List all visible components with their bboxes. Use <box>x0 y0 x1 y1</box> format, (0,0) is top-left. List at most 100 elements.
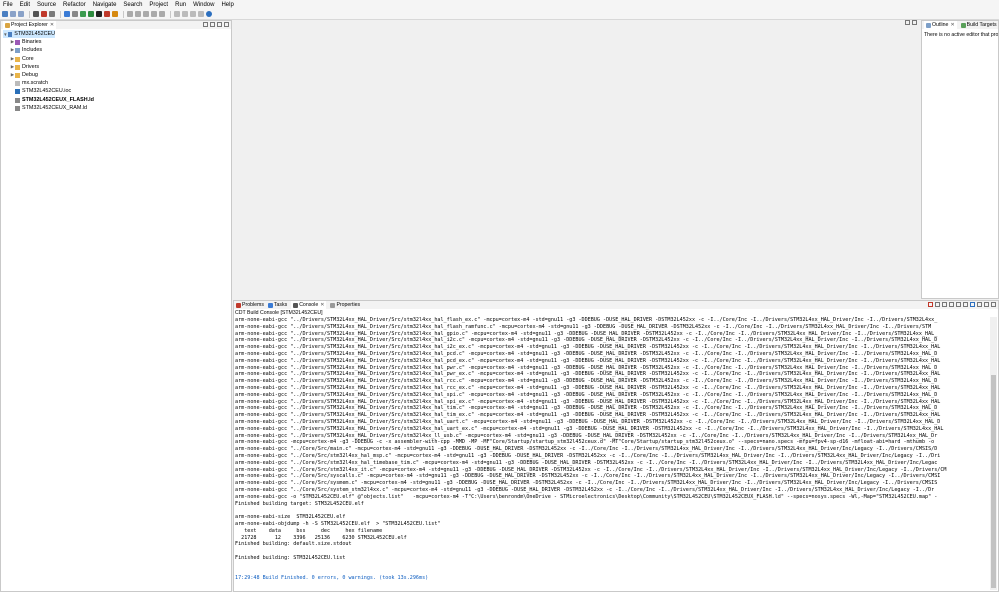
tree-item-project[interactable]: ▼ STM32L452CEU <box>3 30 55 38</box>
ld-file-icon <box>15 97 20 103</box>
console-line: arm-none-eabi-gcc "../Drivers/STM32L4xx_… <box>235 344 941 351</box>
outline-icon <box>926 22 931 28</box>
console-output: arm-none-eabi-gcc "../Drivers/STM32L4xx_… <box>235 317 988 591</box>
save-icon[interactable] <box>10 11 16 17</box>
back-icon[interactable] <box>190 11 196 17</box>
menu-navigate[interactable]: Navigate <box>93 2 117 8</box>
maximize-icon[interactable] <box>912 20 917 25</box>
remove-launch-icon[interactable] <box>935 302 940 307</box>
build-icon[interactable] <box>33 11 39 17</box>
save-all-icon[interactable] <box>18 11 24 17</box>
console-toolbar <box>926 302 996 307</box>
tab-properties[interactable]: Properties <box>330 302 360 308</box>
tab-label: Outline <box>932 22 949 28</box>
tree-item-includes[interactable]: ▶ Includes <box>10 46 42 54</box>
stop-icon[interactable] <box>104 11 110 17</box>
menu-refactor[interactable]: Refactor <box>63 2 86 8</box>
tab-outline[interactable]: Outline ✕ <box>924 21 957 29</box>
external-tools-icon[interactable] <box>112 11 118 17</box>
outline-message: There is no active editor that pro <box>924 32 998 38</box>
play-icon[interactable] <box>96 11 102 17</box>
menu-file[interactable]: File <box>3 2 13 8</box>
clear-console-icon[interactable] <box>942 302 947 307</box>
console-scrollbar[interactable] <box>990 317 997 590</box>
open-type-icon[interactable] <box>127 11 133 17</box>
run-icon[interactable] <box>88 11 94 17</box>
debug-icon[interactable] <box>80 11 86 17</box>
console-panel: Problems Tasks Console ✕ Properties CDT … <box>233 300 999 592</box>
edit-icon[interactable] <box>159 11 165 17</box>
console-line: arm-none-eabi-gcc "../Core/Src/syscalls.… <box>235 473 941 480</box>
console-line: arm-none-eabi-gcc "../Drivers/STM32L4xx_… <box>235 384 941 391</box>
tree-item-ram-ld[interactable]: STM32L452CEUX_RAM.ld <box>15 104 87 112</box>
menu-source[interactable]: Source <box>37 2 56 8</box>
maximize-icon[interactable] <box>991 302 996 307</box>
tree-item-label: Drivers <box>22 64 40 70</box>
minimize-icon[interactable] <box>984 302 989 307</box>
menu-help[interactable]: Help <box>221 2 233 8</box>
open-console-icon[interactable] <box>977 302 982 307</box>
console-line: arm-none-eabi-gcc "../Drivers/STM32L4xx_… <box>235 398 941 405</box>
tree-item-binaries[interactable]: ▶ Binaries <box>10 38 42 46</box>
display-console-icon[interactable] <box>970 302 975 307</box>
menu-project[interactable]: Project <box>149 2 168 8</box>
console-line: arm-none-eabi-gcc "../Core/Src/stm32l4xx… <box>235 452 941 459</box>
forward-icon[interactable] <box>198 11 204 17</box>
file-icon <box>15 80 20 86</box>
tab-problems[interactable]: Problems <box>236 302 264 308</box>
minimize-icon[interactable] <box>217 22 222 27</box>
search-icon[interactable] <box>135 11 141 17</box>
tree-item-drivers[interactable]: ▶ Drivers <box>10 63 39 71</box>
console-line: Finished building: default.size.stdout <box>235 541 352 548</box>
tab-label: Project Explorer <box>11 22 48 28</box>
console-line: arm-none-eabi-gcc "../Core/Src/stm32l4xx… <box>235 459 938 466</box>
tab-console[interactable]: Console ✕ <box>291 301 327 309</box>
menu-window[interactable]: Window <box>193 2 214 8</box>
scrollbar-thumb[interactable] <box>991 375 996 588</box>
scroll-lock-icon[interactable] <box>949 302 954 307</box>
console-line: Finished building target: STM32L452CEU.e… <box>235 500 364 507</box>
tool-icon[interactable] <box>72 11 78 17</box>
tab-tasks[interactable]: Tasks <box>267 302 287 308</box>
console-line: arm-none-eabi-gcc "../Drivers/STM32L4xx_… <box>235 418 941 425</box>
console-line: arm-none-eabi-gcc "../Core/Src/main.c" -… <box>235 446 938 453</box>
tree-item-ioc[interactable]: STM32L452CEU.ioc <box>15 87 71 95</box>
terminate-icon[interactable] <box>928 302 933 307</box>
collapse-all-icon[interactable] <box>203 22 208 27</box>
close-icon[interactable]: ✕ <box>50 22 54 28</box>
maximize-icon[interactable] <box>224 22 229 27</box>
project-tree: ▼ STM32L452CEU ▶ Binaries ▶ Includes ▶ C… <box>1 30 231 591</box>
menu-bar: File Edit Source Refactor Navigate Searc… <box>0 0 999 9</box>
settings-icon[interactable] <box>49 11 55 17</box>
console-line: arm-none-eabi-size STM32L452CEU.elf <box>235 514 346 521</box>
pin-console-icon[interactable] <box>963 302 968 307</box>
annotation-icon[interactable] <box>151 11 157 17</box>
console-line: arm-none-eabi-gcc "../Drivers/STM32L4xx_… <box>235 405 938 412</box>
info-icon[interactable] <box>206 11 212 17</box>
menu-run[interactable]: Run <box>175 2 186 8</box>
tab-build-targets[interactable]: Build Targets <box>960 22 997 28</box>
tree-item-mx-scratch[interactable]: mx.scratch <box>15 79 48 87</box>
tree-item-flash-ld[interactable]: STM32L452CEUX_FLASH.ld <box>15 96 94 104</box>
link-icon[interactable] <box>210 22 215 27</box>
new-icon[interactable] <box>2 11 8 17</box>
toggle-icon[interactable] <box>143 11 149 17</box>
folder-icon <box>5 22 10 28</box>
prev-annotation-icon[interactable] <box>182 11 188 17</box>
tasks-icon <box>267 302 273 308</box>
project-icon <box>7 31 13 37</box>
tree-item-debug[interactable]: ▶ Debug <box>10 71 38 79</box>
close-icon[interactable]: ✕ <box>320 302 324 308</box>
tree-item-core[interactable]: ▶ Core <box>10 55 34 63</box>
tab-label: Console <box>299 302 319 308</box>
minimize-icon[interactable] <box>905 20 910 25</box>
close-icon[interactable]: ✕ <box>950 22 954 28</box>
device-icon[interactable] <box>64 11 70 17</box>
menu-edit[interactable]: Edit <box>20 2 30 8</box>
menu-search[interactable]: Search <box>123 2 142 8</box>
hammer-icon[interactable] <box>41 11 47 17</box>
next-annotation-icon[interactable] <box>174 11 180 17</box>
word-wrap-icon[interactable] <box>956 302 961 307</box>
tab-project-explorer[interactable]: Project Explorer ✕ <box>3 21 57 29</box>
